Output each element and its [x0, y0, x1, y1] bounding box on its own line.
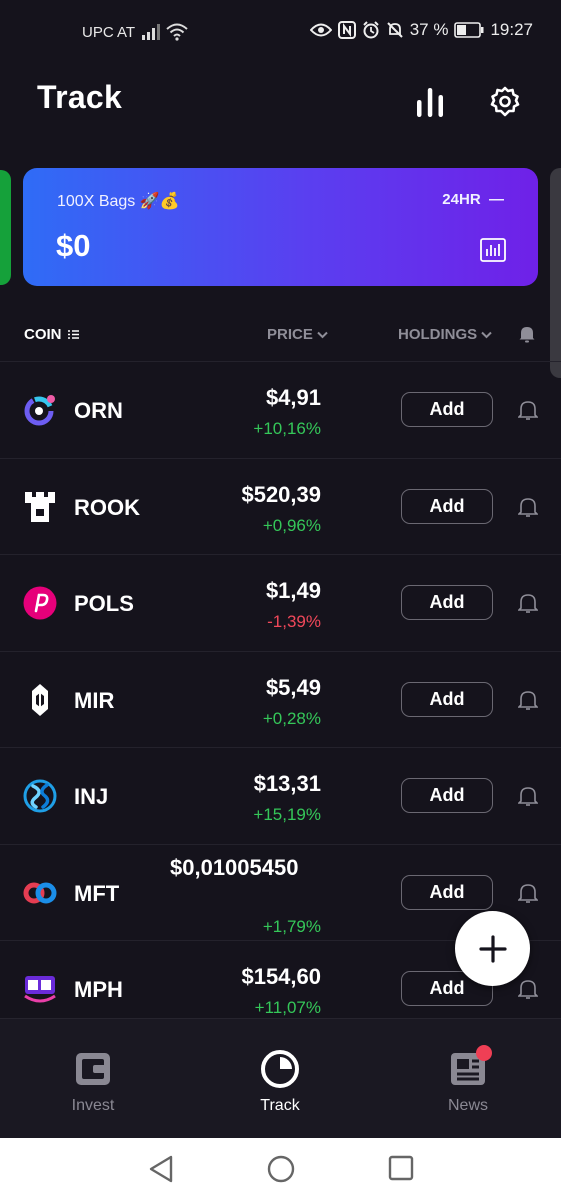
coin-row-mir[interactable]: MIR $5,49 +0,28% Add — [0, 650, 561, 748]
portfolio-card[interactable]: 100X Bags 🚀💰 24HR — $0 — [23, 168, 538, 286]
col-holdings-label: HOLDINGS — [398, 326, 478, 343]
coin-change: +0,96% — [262, 515, 321, 535]
period-label: 24HR — [442, 191, 481, 208]
coin-price: $4,91 — [265, 385, 321, 410]
bell-icon[interactable] — [518, 399, 538, 421]
bell-icon[interactable] — [518, 785, 538, 807]
sort-holdings[interactable]: HOLDINGS — [398, 326, 493, 343]
add-holding-button[interactable]: Add — [401, 585, 493, 620]
coin-change: +1,79% — [262, 916, 321, 936]
add-holding-button[interactable]: Add — [401, 874, 493, 910]
chevron-down-icon — [481, 331, 493, 339]
signal-icon — [142, 24, 160, 40]
nfc-icon — [337, 21, 356, 39]
nav-news[interactable]: News — [408, 1045, 528, 1115]
table-header: COIN PRICE HOLDINGS — [0, 322, 561, 350]
coin-row-orn[interactable]: ORN $4,91 +10,16% Add — [0, 361, 561, 458]
coin-change: -1,39% — [267, 612, 321, 631]
rook-logo-icon — [25, 491, 55, 522]
coin-symbol: MPH — [74, 977, 123, 1002]
coin-row-inj[interactable]: INJ $13,31 +15,19% Add — [0, 747, 561, 844]
plus-icon — [478, 934, 507, 963]
bell-icon[interactable] — [518, 689, 538, 711]
coin-symbol: POLS — [74, 591, 134, 616]
alarm-icon — [362, 21, 379, 39]
recents-icon[interactable] — [388, 1155, 414, 1181]
add-holding-button[interactable]: Add — [401, 488, 493, 524]
coin-price: $1,49 — [265, 578, 321, 603]
coin-symbol: MIR — [74, 687, 115, 713]
coin-change: +0,28% — [262, 708, 321, 728]
nav-invest[interactable]: Invest — [33, 1049, 153, 1115]
page-title: Track — [37, 79, 123, 115]
coin-symbol: INJ — [74, 784, 109, 809]
sort-coin[interactable]: COIN — [24, 326, 79, 343]
mft-logo-icon — [23, 882, 57, 903]
status-icons: 37 % 19:27 — [309, 20, 533, 40]
inj-logo-icon — [23, 779, 57, 813]
nav-track-label: Track — [260, 1097, 300, 1114]
stats-button[interactable] — [410, 82, 450, 122]
settings-button[interactable] — [485, 82, 525, 122]
orn-logo-icon — [24, 395, 55, 426]
chart-icon[interactable] — [480, 238, 506, 262]
add-holding-button[interactable]: Add — [401, 778, 493, 813]
coin-price: $154,60 — [241, 964, 321, 989]
mph-logo-icon — [24, 976, 56, 1003]
coin-symbol: MFT — [74, 880, 120, 906]
coin-symbol: ORN — [74, 398, 123, 423]
wifi-icon — [166, 23, 188, 41]
coin-change: +11,07% — [254, 998, 321, 1017]
col-price-label: PRICE — [267, 326, 313, 343]
bell-icon[interactable] — [518, 882, 538, 904]
nav-invest-label: Invest — [71, 1097, 115, 1114]
nav-track[interactable]: Track — [220, 1049, 340, 1115]
add-holding-button[interactable]: Add — [401, 681, 493, 717]
list-icon — [67, 330, 79, 339]
previous-card-peek[interactable] — [0, 170, 11, 285]
portfolio-value: $0 — [56, 228, 91, 263]
gear-icon — [490, 86, 520, 117]
period-indicator: — — [489, 191, 504, 208]
col-coin-label: COIN — [24, 326, 62, 343]
pie-chart-icon — [261, 1050, 299, 1088]
coin-price: $13,31 — [253, 771, 321, 796]
coin-row-pols[interactable]: POLS $1,49 -1,39% Add — [0, 554, 561, 651]
bell-icon[interactable] — [518, 496, 538, 518]
period-selector[interactable]: 24HR — — [442, 191, 504, 208]
nav-news-label: News — [447, 1097, 488, 1114]
portfolio-name: 100X Bags 🚀💰 — [57, 193, 180, 210]
bar-chart-icon — [417, 88, 443, 117]
battery-icon — [454, 22, 484, 38]
clock: 19:27 — [490, 20, 533, 39]
chevron-down-icon — [317, 331, 328, 339]
bell-icon[interactable] — [519, 325, 535, 343]
add-coin-button[interactable] — [455, 911, 530, 986]
mute-icon — [386, 22, 403, 38]
bell-icon[interactable] — [518, 592, 538, 614]
system-nav-bar — [0, 1138, 561, 1200]
coin-price: $0,01005450 — [170, 854, 299, 880]
add-holding-button[interactable]: Add — [401, 392, 493, 427]
coin-change: +10,16% — [253, 419, 321, 438]
bell-icon[interactable] — [518, 978, 538, 1000]
eye-icon — [309, 23, 332, 37]
mir-logo-icon — [32, 683, 48, 716]
back-icon[interactable] — [148, 1155, 174, 1183]
wallet-icon — [76, 1053, 110, 1085]
coin-row-rook[interactable]: ROOK $520,39 +0,96% Add — [0, 457, 561, 555]
status-bar: UPC AT 37 % 19:27 — [0, 0, 561, 66]
carrier-label: UPC AT — [82, 24, 136, 41]
home-icon[interactable] — [267, 1155, 295, 1183]
coin-price: $520,39 — [241, 481, 321, 507]
coin-change: +15,19% — [253, 805, 321, 824]
battery-percent: 37 % — [409, 20, 449, 39]
coin-symbol: ROOK — [74, 494, 140, 520]
coin-price: $5,49 — [265, 674, 321, 700]
pols-logo-icon — [23, 586, 57, 620]
bottom-nav: Invest Track News — [0, 1018, 561, 1139]
notification-badge — [476, 1045, 492, 1061]
sort-price[interactable]: PRICE — [267, 326, 328, 343]
